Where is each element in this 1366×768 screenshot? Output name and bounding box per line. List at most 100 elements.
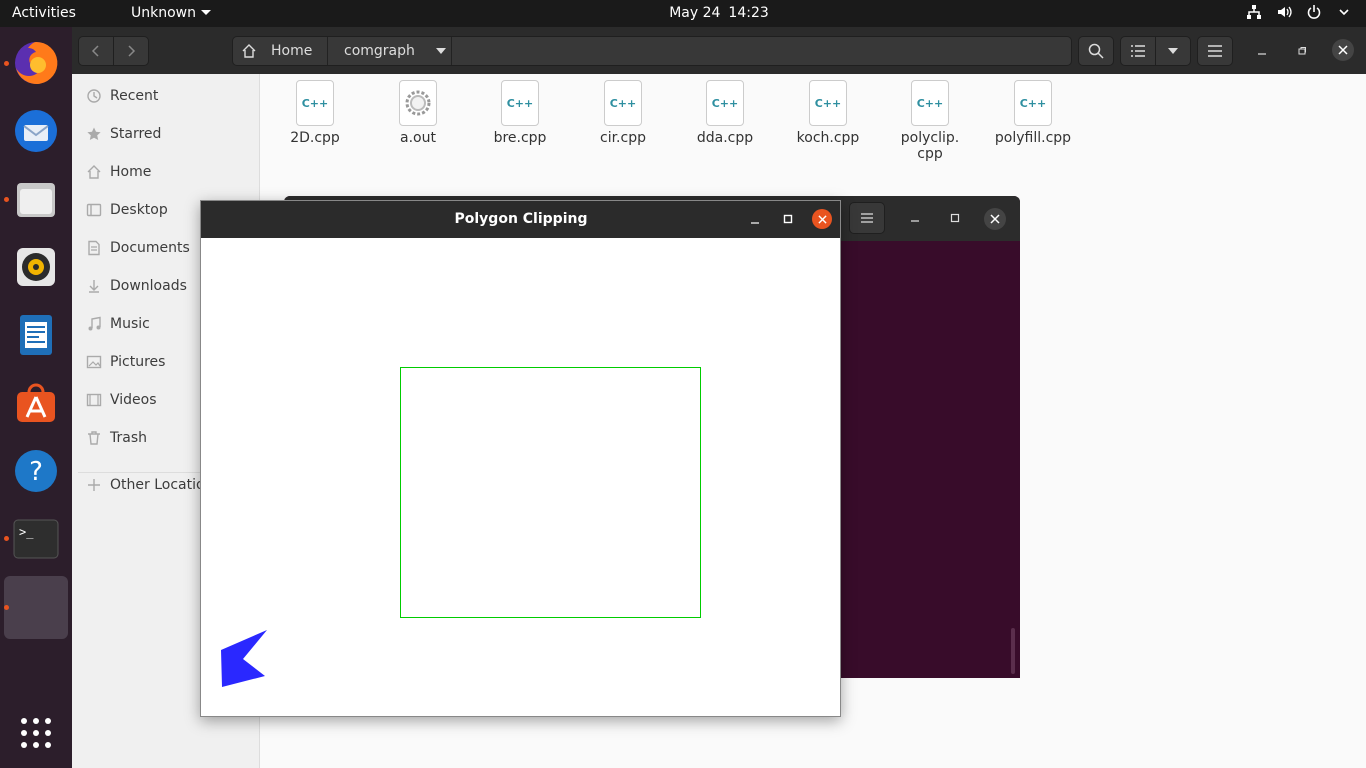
- dock-thunderbird[interactable]: [10, 105, 62, 157]
- polygon-shape: [221, 630, 267, 687]
- terminal-scrollbar[interactable]: [1011, 628, 1015, 674]
- file-item[interactable]: C++ bre.cpp: [475, 80, 565, 146]
- file-item[interactable]: C++ cir.cpp: [578, 80, 668, 146]
- terminal-close-button[interactable]: [984, 208, 1006, 230]
- document-icon: [20, 315, 52, 355]
- sidebar-label: Home: [110, 164, 152, 180]
- chevron-right-icon: [128, 45, 136, 57]
- video-icon: [86, 393, 102, 407]
- sidebar-label: Pictures: [110, 354, 166, 370]
- file-name: bre.cpp: [493, 130, 547, 146]
- list-view-icon: [1131, 45, 1145, 57]
- sidebar-item-recent[interactable]: Recent: [86, 85, 158, 107]
- sidebar-item-trash[interactable]: Trash: [86, 427, 147, 449]
- file-manager-header: Home comgraph: [72, 27, 1366, 74]
- forward-button[interactable]: [113, 36, 149, 66]
- volume-icon: [1278, 6, 1292, 18]
- maximize-icon: [950, 213, 960, 223]
- dock-files[interactable]: [10, 173, 62, 225]
- firefox-icon: [15, 41, 58, 84]
- file-name: polyfill.cpp: [994, 130, 1072, 146]
- cpp-file-icon: C++: [604, 80, 642, 126]
- dock: ? >_: [0, 27, 72, 768]
- close-button[interactable]: [1332, 39, 1354, 61]
- polygon-window-titlebar[interactable]: Polygon Clipping: [201, 201, 840, 238]
- file-name: cir.cpp: [600, 130, 646, 146]
- cpp-file-icon: C++: [1014, 80, 1052, 126]
- show-apps-button[interactable]: [10, 707, 62, 759]
- file-item[interactable]: C++ polyfill.cpp: [988, 80, 1078, 146]
- dock-firefox[interactable]: [10, 37, 62, 89]
- cpp-file-icon: C++: [911, 80, 949, 126]
- file-item[interactable]: a.out: [373, 80, 463, 146]
- running-indicator: [4, 197, 9, 202]
- file-item[interactable]: C++ koch.cpp: [783, 80, 873, 146]
- svg-text:?: ?: [29, 457, 43, 487]
- path-bar[interactable]: Home comgraph: [232, 36, 1072, 66]
- dock-help[interactable]: ?: [10, 445, 62, 497]
- help-icon: ?: [15, 450, 57, 492]
- terminal-maximize-button[interactable]: [946, 210, 964, 226]
- sidebar-item-music[interactable]: Music: [86, 313, 150, 335]
- hamburger-icon: [1208, 45, 1222, 57]
- sidebar-label: Desktop: [110, 202, 168, 218]
- chevron-down-icon: [1339, 9, 1349, 16]
- search-button[interactable]: [1078, 36, 1114, 66]
- folder-icon: [17, 183, 55, 217]
- top-bar: Activities Unknown May 24 14:23: [0, 0, 1366, 27]
- sidebar-item-pictures[interactable]: Pictures: [86, 351, 165, 373]
- close-icon: [990, 214, 1000, 224]
- file-name: 2D.cpp: [290, 130, 340, 146]
- polygon-minimize-button[interactable]: [747, 212, 763, 228]
- file-item[interactable]: C++ dda.cpp: [680, 80, 770, 146]
- music-icon: [88, 316, 101, 331]
- sidebar-label: Starred: [110, 126, 162, 142]
- clock[interactable]: May 24 14:23: [0, 5, 1366, 21]
- polygon-close-button[interactable]: [812, 209, 832, 229]
- dock-rhythmbox[interactable]: [10, 241, 62, 293]
- list-view-button[interactable]: [1120, 36, 1156, 66]
- chevron-down-icon: [1168, 48, 1178, 54]
- sidebar-label: Music: [110, 316, 150, 332]
- polygon-maximize-button[interactable]: [780, 211, 796, 227]
- minimize-button[interactable]: [1253, 43, 1271, 59]
- sidebar-item-starred[interactable]: Starred: [86, 123, 161, 145]
- sidebar-item-desktop[interactable]: Desktop: [86, 199, 168, 221]
- path-home[interactable]: Home: [241, 37, 312, 65]
- clip-window-rectangle: [400, 367, 701, 618]
- running-indicator: [4, 536, 9, 541]
- chevron-left-icon: [91, 45, 99, 57]
- restore-button[interactable]: [1293, 43, 1311, 59]
- menu-button[interactable]: [1197, 36, 1233, 66]
- dock-terminal[interactable]: >_: [10, 513, 62, 565]
- speaker-icon: [17, 248, 55, 286]
- path-comgraph[interactable]: comgraph: [344, 37, 447, 65]
- view-options-button[interactable]: [1155, 36, 1191, 66]
- running-indicator: [4, 605, 9, 610]
- minimize-icon: [751, 222, 759, 224]
- restore-icon: [1298, 47, 1306, 55]
- dock-software[interactable]: [10, 377, 62, 429]
- home-icon: [242, 44, 256, 58]
- sidebar-label: Downloads: [110, 278, 187, 294]
- system-tray[interactable]: [1246, 4, 1352, 20]
- path-separator: [451, 37, 452, 65]
- terminal-minimize-button[interactable]: [906, 210, 924, 226]
- desktop-icon: [86, 203, 102, 217]
- dock-polygon-app[interactable]: [4, 576, 68, 639]
- sidebar-item-documents[interactable]: Documents: [86, 237, 190, 259]
- file-item[interactable]: C++ 2D.cpp: [270, 80, 360, 146]
- drawing-canvas[interactable]: [201, 238, 841, 717]
- minimize-icon: [911, 220, 919, 222]
- sidebar-item-downloads[interactable]: Downloads: [86, 275, 187, 297]
- minimize-icon: [1258, 53, 1266, 55]
- file-name: polyclip.: [900, 130, 960, 146]
- executable-file-icon: [399, 80, 437, 126]
- terminal-menu-button[interactable]: [849, 202, 885, 234]
- sidebar-item-videos[interactable]: Videos: [86, 389, 157, 411]
- dock-writer[interactable]: [10, 309, 62, 361]
- back-button[interactable]: [78, 36, 114, 66]
- file-item[interactable]: C++ polyclip. cpp: [885, 80, 975, 162]
- grid-icon: [21, 718, 51, 748]
- sidebar-item-home[interactable]: Home: [86, 161, 151, 183]
